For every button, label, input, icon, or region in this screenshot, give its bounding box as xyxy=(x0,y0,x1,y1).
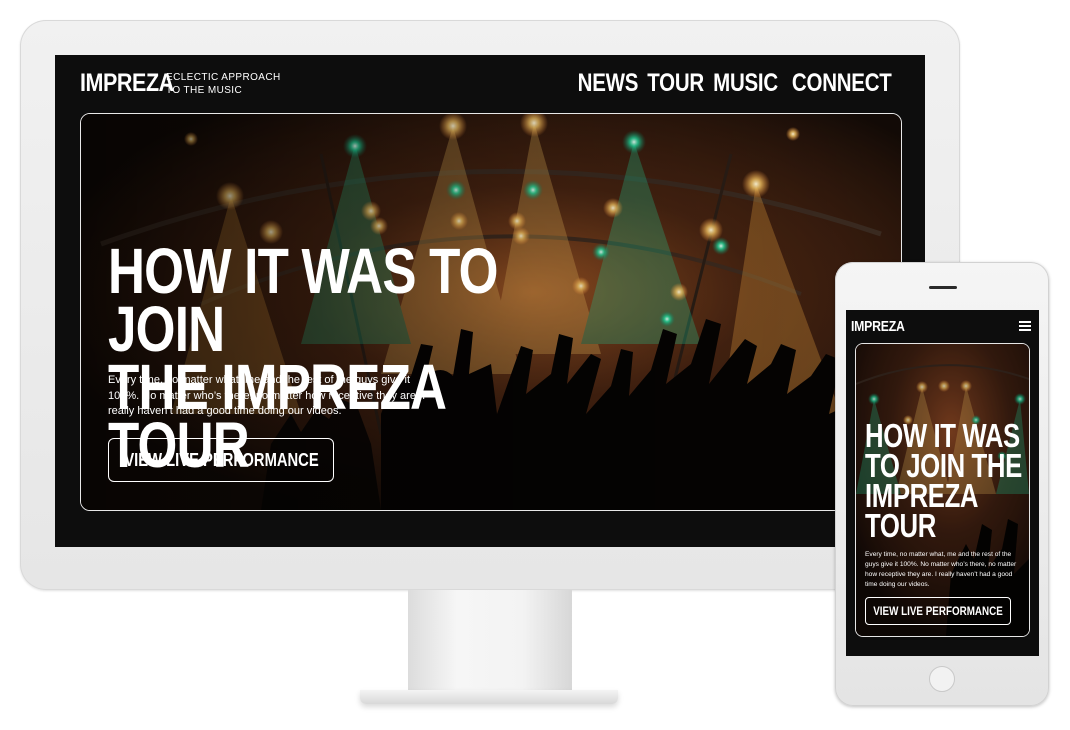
hero-section: HOW IT WAS TO JOIN THE IMPREZA TOUR Ever… xyxy=(80,113,902,511)
mobile-site-logo[interactable]: IMPREZA xyxy=(851,318,905,335)
nav-connect[interactable]: CONNECT xyxy=(792,69,892,98)
mobile-hero-title-line-4: TOUR xyxy=(865,507,936,544)
site-logo[interactable]: IMPREZA xyxy=(80,69,174,98)
hero-title-line-1: HOW IT WAS TO JOIN xyxy=(108,235,499,365)
mobile-screen: IMPREZA HOW IT WAS TO JOIN THE IMPREZA T… xyxy=(846,310,1039,656)
site-tagline: ECLECTIC APPROACH TO THE MUSIC xyxy=(166,71,281,97)
mobile-view-live-performance-label: VIEW LIVE PERFORMANCE xyxy=(873,604,1003,618)
mobile-phone-frame: IMPREZA HOW IT WAS TO JOIN THE IMPREZA T… xyxy=(835,262,1049,706)
mobile-view-live-performance-button[interactable]: VIEW LIVE PERFORMANCE xyxy=(865,597,1011,625)
monitor-stand-base xyxy=(360,690,618,704)
hamburger-icon[interactable] xyxy=(1019,321,1031,331)
tagline-line-1: ECLECTIC APPROACH xyxy=(166,72,281,83)
phone-speaker xyxy=(929,286,957,289)
nav-music[interactable]: MUSIC xyxy=(714,69,779,98)
mobile-hero-description: Every time, no matter what, me and the r… xyxy=(865,551,1017,588)
tagline-line-2: TO THE MUSIC xyxy=(166,85,243,96)
view-live-performance-label: VIEW LIVE PERFORMANCE xyxy=(123,449,319,470)
monitor-stand-neck xyxy=(408,590,572,690)
desktop-screen: IMPREZA ECLECTIC APPROACH TO THE MUSIC N… xyxy=(55,55,925,547)
mobile-hero-title: HOW IT WAS TO JOIN THE IMPREZA TOUR xyxy=(865,419,1029,544)
nav-tour[interactable]: TOUR xyxy=(647,69,704,98)
hero-description: Every time, no matter what, me and the r… xyxy=(108,374,426,417)
view-live-performance-button[interactable]: VIEW LIVE PERFORMANCE xyxy=(108,438,334,482)
phone-home-button xyxy=(929,666,955,692)
nav-news[interactable]: NEWS xyxy=(578,69,639,98)
mobile-hero-section: HOW IT WAS TO JOIN THE IMPREZA TOUR Ever… xyxy=(855,343,1030,637)
site-header: IMPREZA ECLECTIC APPROACH TO THE MUSIC N… xyxy=(55,55,925,113)
main-nav: NEWS TOUR MUSIC CONNECT xyxy=(575,69,903,98)
